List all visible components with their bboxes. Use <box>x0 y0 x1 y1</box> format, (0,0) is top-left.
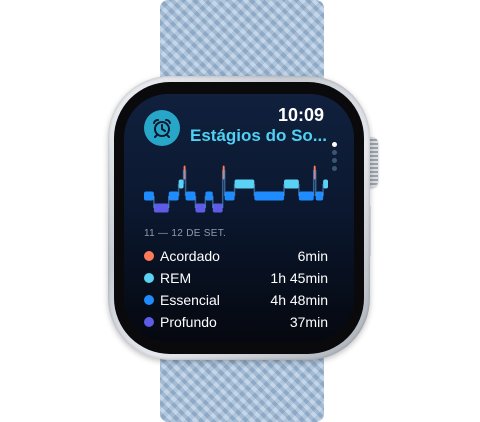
stage-row-deep[interactable]: Profundo 37min <box>144 311 328 333</box>
stage-duration: 1h 45min <box>270 270 328 286</box>
date-range: 11 — 12 DE SET. <box>144 228 227 239</box>
hypnogram-segment-core <box>205 191 213 201</box>
page-dot-active <box>332 142 337 147</box>
page-dot <box>332 158 337 163</box>
sleep-stages-chart <box>144 165 328 213</box>
stage-name: Profundo <box>160 314 217 330</box>
stage-name: REM <box>160 270 192 286</box>
status-time: 10:09 <box>277 105 324 125</box>
page-dot <box>332 150 337 155</box>
stage-row-rem[interactable]: REM 1h 45min <box>144 267 328 289</box>
watch-case: 10:09 Estágios do So... 11 — 12 DE SET. … <box>108 76 370 360</box>
deep-dot-icon <box>144 317 154 327</box>
hypnogram-segment-core <box>144 191 154 201</box>
core-dot-icon <box>144 295 154 305</box>
hypnogram-segment-core <box>254 191 285 201</box>
rem-dot-icon <box>144 273 154 283</box>
hypnogram-segment-core <box>315 191 324 201</box>
hypnogram-segment-core <box>168 191 179 201</box>
hypnogram-segment-deep <box>153 203 169 213</box>
stage-row-awake[interactable]: Acordado 6min <box>144 245 328 267</box>
stage-duration: 37min <box>289 314 328 330</box>
awake-dot-icon <box>144 251 154 261</box>
page-dot <box>332 166 337 171</box>
hypnogram-segment-rem <box>234 179 255 189</box>
hypnogram-segment-core <box>224 191 235 201</box>
stage-list: Acordado 6min REM 1h 45min Essencial 4h … <box>144 245 328 333</box>
hypnogram-segment-deep <box>195 203 206 213</box>
hypnogram-segment-rem <box>284 179 299 189</box>
page-indicator <box>332 142 338 174</box>
alarm-clock-icon[interactable] <box>144 110 180 146</box>
watch-bezel: 10:09 Estágios do So... 11 — 12 DE SET. … <box>114 82 364 354</box>
hypnogram-segment-deep <box>212 203 223 213</box>
stage-duration: 6min <box>297 248 328 264</box>
watch-screen: 10:09 Estágios do So... 11 — 12 DE SET. … <box>124 94 354 342</box>
stage-name: Essencial <box>160 292 220 308</box>
stage-row-core[interactable]: Essencial 4h 48min <box>144 289 328 311</box>
stage-duration: 4h 48min <box>270 292 328 308</box>
hypnogram-segment-core <box>185 191 196 201</box>
hypnogram-segment-core <box>298 191 314 201</box>
app-title[interactable]: Estágios do So... <box>190 126 330 146</box>
stage-name: Acordado <box>160 248 220 264</box>
